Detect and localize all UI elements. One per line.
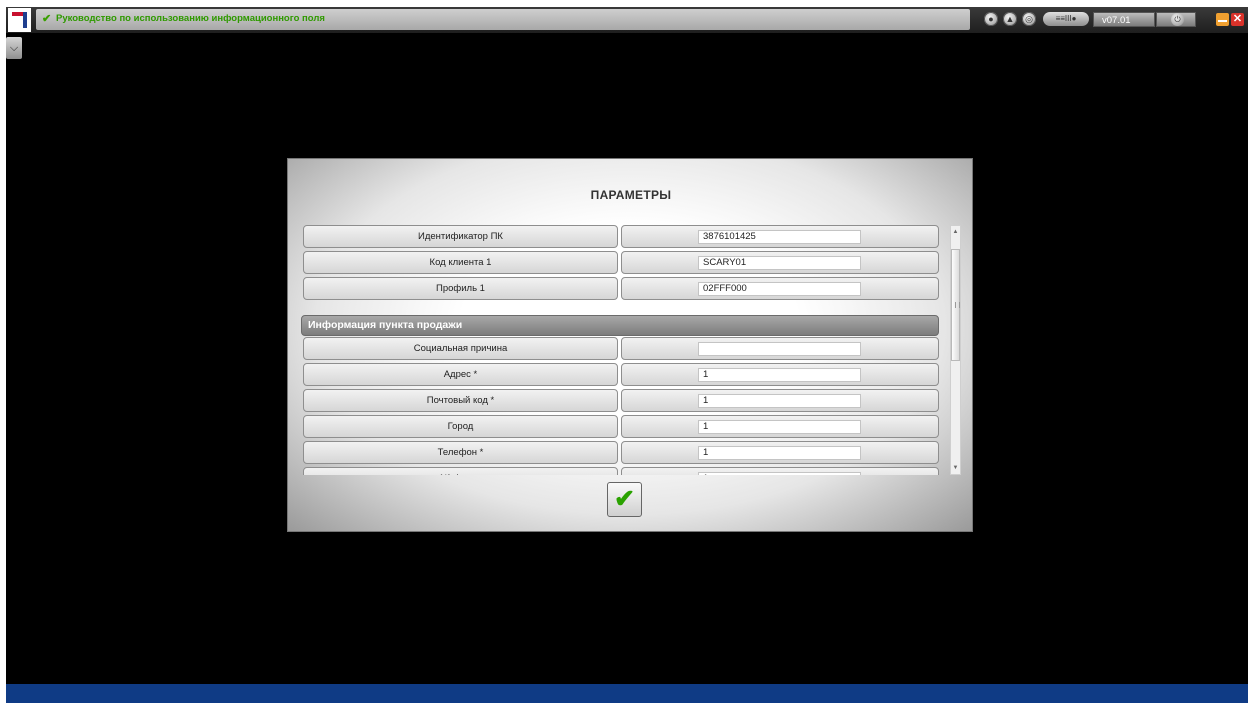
param-label: N° факса [303, 467, 618, 475]
scroll-up-icon[interactable]: ▲ [951, 226, 960, 238]
parameters-dialog: ПАРАМЕТРЫ Идентификатор ПК 3876101425 Ко… [287, 158, 973, 532]
scroll-down-icon[interactable]: ▼ [951, 462, 960, 474]
bottom-status-strip [6, 684, 1248, 703]
param-value-cell: 1 [621, 389, 939, 412]
param-value-cell: 1 [621, 441, 939, 464]
param-row: Профиль 1 02FFF000 [301, 277, 941, 301]
info-icon[interactable]: ● [984, 12, 998, 26]
param-label: Город [303, 415, 618, 438]
param-label: Социальная причина [303, 337, 618, 360]
settings-icon[interactable]: ◎ [1022, 12, 1036, 26]
param-row: Адрес * 1 [301, 363, 941, 387]
param-value-cell: 1 [621, 415, 939, 438]
app-title: Руководство по использованию информацион… [56, 13, 325, 24]
menu-dropdown-button[interactable]: ⌵ [6, 37, 22, 59]
dialog-title: ПАРАМЕТРЫ [590, 188, 672, 202]
title-bar: ✔ Руководство по использованию информаци… [36, 9, 970, 30]
section-header-sales-point: Информация пункта продажи [301, 315, 939, 336]
confirm-button[interactable]: ✔ [607, 482, 642, 517]
param-row: N° факса 1 [301, 467, 941, 475]
param-value-cell: 1 [621, 363, 939, 386]
scrollbar-thumb[interactable] [951, 249, 960, 361]
signal-strength-icon[interactable]: ≡≡III● [1043, 12, 1089, 26]
param-row: Идентификатор ПК 3876101425 [301, 225, 941, 249]
power-button[interactable]: ⏻ [1156, 12, 1196, 27]
logo-blue-bar [23, 12, 27, 28]
pc-id-field[interactable]: 3876101425 [698, 230, 861, 244]
phone-field[interactable]: 1 [698, 446, 861, 460]
param-value-cell: 1 [621, 467, 939, 475]
param-value-cell: 3876101425 [621, 225, 939, 248]
version-label: v07.01 [1093, 12, 1155, 27]
param-label: Профиль 1 [303, 277, 618, 300]
param-row: Код клиента 1 SCARY01 [301, 251, 941, 275]
param-label: Код клиента 1 [303, 251, 618, 274]
top-bar: ✔ Руководство по использованию информаци… [6, 7, 1248, 33]
checkmark-icon: ✔ [614, 485, 635, 513]
param-row: Телефон * 1 [301, 441, 941, 465]
postal-code-field[interactable]: 1 [698, 394, 861, 408]
param-value-cell: SCARY01 [621, 251, 939, 274]
minimize-icon [1218, 20, 1227, 22]
param-row: Город 1 [301, 415, 941, 439]
app-screen: ✔ Руководство по использованию информаци… [6, 7, 1248, 703]
param-row: Социальная причина [301, 337, 941, 361]
city-field[interactable]: 1 [698, 420, 861, 434]
param-label: Телефон * [303, 441, 618, 464]
profile-field[interactable]: 02FFF000 [698, 282, 861, 296]
address-field[interactable]: 1 [698, 368, 861, 382]
list-scrollbar[interactable]: ▲ ▼ [950, 225, 961, 475]
social-reason-field[interactable] [698, 342, 861, 356]
grip-icon [955, 302, 960, 308]
power-icon: ⏻ [1171, 13, 1184, 26]
app-logo [8, 8, 31, 32]
client-code-field[interactable]: SCARY01 [698, 256, 861, 270]
check-icon: ✔ [42, 13, 52, 25]
param-label: Идентификатор ПК [303, 225, 618, 248]
up-arrow-icon[interactable]: ▲ [1003, 12, 1017, 26]
parameters-list[interactable]: Идентификатор ПК 3876101425 Код клиента … [301, 225, 941, 475]
fax-field[interactable]: 1 [698, 472, 861, 475]
minimize-button[interactable] [1216, 13, 1229, 26]
param-value-cell: 02FFF000 [621, 277, 939, 300]
param-label: Адрес * [303, 363, 618, 386]
param-label: Почтовый код * [303, 389, 618, 412]
close-button[interactable]: ✕ [1231, 13, 1244, 26]
param-value-cell [621, 337, 939, 360]
param-row: Почтовый код * 1 [301, 389, 941, 413]
